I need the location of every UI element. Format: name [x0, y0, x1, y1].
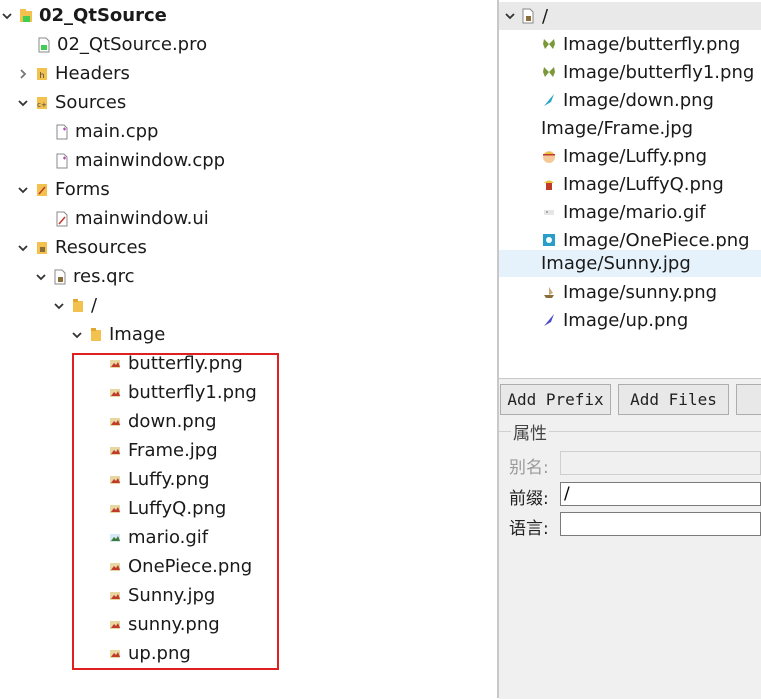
tree-item-label: Headers: [55, 63, 130, 84]
resource-item[interactable]: Image/mario.gif: [499, 198, 761, 226]
feather-icon: [541, 92, 557, 108]
folder-icon: [70, 298, 86, 314]
alias-label: 别名:: [509, 458, 549, 478]
tree-item-main-cpp[interactable]: main.cpp: [54, 117, 158, 146]
chevron-down-icon[interactable]: [503, 10, 517, 22]
luffy-icon: [541, 148, 557, 164]
tree-item-label: /: [91, 295, 98, 316]
resource-item[interactable]: Image/Luffy.png: [499, 142, 761, 170]
resource-item-label: Image/OnePiece.png: [563, 229, 750, 251]
resource-item-label: Image/up.png: [563, 309, 689, 331]
tree-item-label: res.qrc: [73, 266, 135, 287]
qrc-file-icon: [520, 8, 536, 24]
chevron-down-icon[interactable]: [16, 88, 30, 117]
chevron-down-icon[interactable]: [70, 320, 84, 349]
add-prefix-button[interactable]: Add Prefix: [500, 384, 611, 415]
onepiece-icon: [541, 232, 557, 248]
resource-item-label: Image/down.png: [563, 89, 714, 111]
chevron-down-icon[interactable]: [52, 291, 66, 320]
resource-item[interactable]: Image/up.png: [499, 306, 761, 334]
remove-button[interactable]: [736, 384, 761, 415]
resource-editor-panel: / Image/butterfly.png Image/butterfly1.p…: [499, 0, 761, 699]
resource-item[interactable]: Image/Frame.jpg: [499, 114, 761, 142]
chevron-down-icon[interactable]: [16, 233, 30, 262]
resources-folder-icon: [34, 240, 50, 256]
tree-item-label: Sources: [55, 92, 127, 113]
chevron-down-icon[interactable]: [16, 175, 30, 204]
prefix-input[interactable]: /: [560, 482, 761, 506]
luffyq-icon: [541, 176, 557, 192]
resource-properties-panel: Add Prefix Add Files 属性 别名: 前缀: / 语言:: [499, 378, 761, 699]
feather-icon: [541, 312, 557, 328]
tree-item-forms[interactable]: Forms: [16, 175, 110, 204]
tree-item-mainwindow-cpp[interactable]: mainwindow.cpp: [54, 146, 225, 175]
tree-item-label: 02_QtSource: [39, 5, 167, 26]
prefix-label: 前缀:: [509, 489, 549, 509]
source-folder-icon: c+: [34, 95, 50, 111]
cpp-file-icon: [54, 124, 70, 140]
ship-icon: [541, 284, 557, 300]
cpp-file-icon: [54, 153, 70, 169]
tree-item-label: main.cpp: [75, 121, 159, 142]
svg-text:h: h: [39, 71, 44, 80]
tree-item-label: Image: [109, 324, 166, 345]
alias-input[interactable]: [560, 451, 761, 475]
language-label: 语言:: [509, 519, 549, 539]
resource-item-label: Image/butterfly1.png: [563, 61, 755, 83]
resource-item[interactable]: Image/butterfly.png: [499, 30, 761, 58]
language-input[interactable]: [560, 512, 761, 536]
properties-group-title: 属性: [511, 419, 549, 444]
tree-item-res-qrc[interactable]: res.qrc: [34, 262, 135, 291]
ui-file-icon: [54, 211, 70, 227]
chevron-right-icon[interactable]: [16, 59, 30, 88]
resource-item[interactable]: Image/sunny.png: [499, 278, 761, 306]
resource-item-label: Image/butterfly.png: [563, 33, 741, 55]
resource-item[interactable]: Image/butterfly1.png: [499, 58, 761, 86]
resource-item-label: Image/Frame.jpg: [541, 117, 694, 139]
resource-root-row[interactable]: /: [499, 2, 761, 30]
resource-item[interactable]: Image/down.png: [499, 86, 761, 114]
resource-item-selected[interactable]: Image/Sunny.jpg: [499, 250, 761, 277]
butterfly-icon: [541, 64, 557, 80]
tree-item-label: Resources: [55, 237, 147, 258]
tree-item-mainwindow-ui[interactable]: mainwindow.ui: [54, 204, 209, 233]
project-tree-panel: 02_QtSource 02_QtSource.pro h Headers c+…: [0, 0, 497, 698]
tree-item-label: 02_QtSource.pro: [57, 34, 208, 55]
resource-item[interactable]: Image/LuffyQ.png: [499, 170, 761, 198]
tree-item-label: mainwindow.cpp: [75, 150, 226, 171]
tree-item-label: Forms: [55, 179, 110, 200]
tree-item-resources[interactable]: Resources: [16, 233, 147, 262]
folder-icon: [88, 327, 104, 343]
header-folder-icon: h: [34, 66, 50, 82]
resource-item-label: Image/LuffyQ.png: [563, 173, 724, 195]
tree-item-label: mainwindow.ui: [75, 208, 209, 229]
butterfly-icon: [541, 36, 557, 52]
mario-icon: [541, 204, 557, 220]
resource-item-label: Image/mario.gif: [563, 201, 706, 223]
tree-item-headers[interactable]: h Headers: [16, 59, 130, 88]
resource-item-label: Image/sunny.png: [563, 281, 718, 303]
resource-root-label: /: [542, 5, 549, 27]
chevron-down-icon[interactable]: [34, 262, 48, 291]
pro-file-icon: [36, 37, 52, 53]
tree-item-prefix[interactable]: /: [52, 291, 97, 320]
highlight-box: [72, 353, 279, 670]
tree-item-pro-file[interactable]: 02_QtSource.pro: [36, 30, 207, 59]
tree-item-sources[interactable]: c+ Sources: [16, 88, 126, 117]
resource-item-label: Image/Luffy.png: [563, 145, 708, 167]
svg-text:c+: c+: [37, 101, 47, 109]
qt-project-icon: [18, 8, 34, 24]
qrc-file-icon: [52, 269, 68, 285]
forms-folder-icon: [34, 182, 50, 198]
chevron-down-icon[interactable]: [0, 1, 14, 30]
tree-item-image-folder[interactable]: Image: [70, 320, 165, 349]
add-files-button[interactable]: Add Files: [618, 384, 729, 415]
resource-item-label: Image/Sunny.jpg: [541, 253, 691, 274]
tree-item-project[interactable]: 02_QtSource: [0, 1, 167, 30]
